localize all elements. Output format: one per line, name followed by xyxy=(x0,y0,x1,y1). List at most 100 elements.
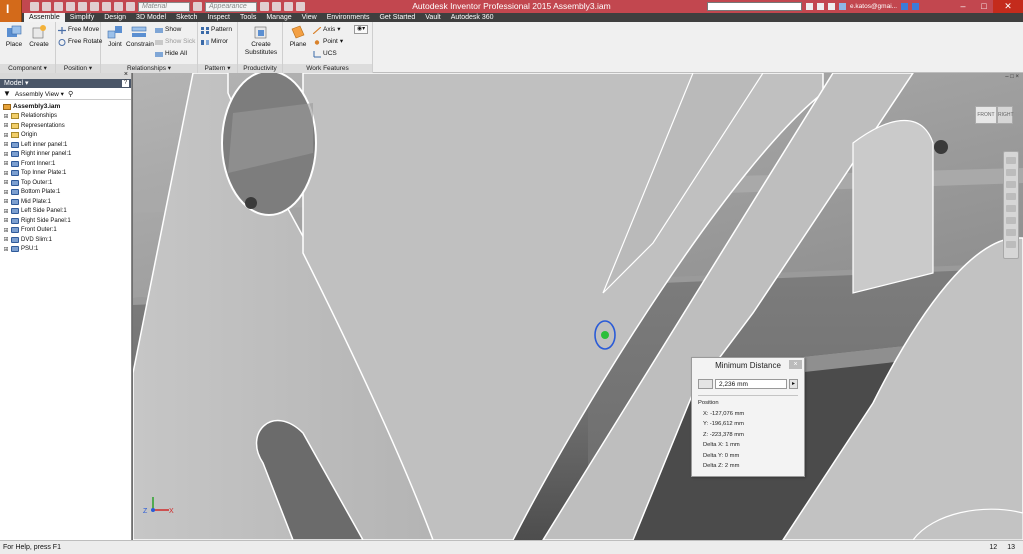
show-button[interactable]: Show xyxy=(155,25,181,35)
show-sick-button[interactable]: Show Sick xyxy=(155,37,195,47)
close-icon[interactable]: × xyxy=(789,360,802,369)
look-at-icon[interactable] xyxy=(1006,205,1016,212)
hide-all-button[interactable]: Hide All xyxy=(155,49,187,59)
expand-icon[interactable]: ⊞ xyxy=(3,160,9,167)
tree-node[interactable]: ⊞ PSU:1 xyxy=(3,245,131,255)
minimize-button[interactable]: – xyxy=(953,0,973,13)
close-button[interactable]: ✕ xyxy=(993,0,1023,13)
point-button[interactable]: Point ▾ xyxy=(313,37,343,47)
search-input[interactable] xyxy=(707,2,802,11)
tab-tools[interactable]: Tools xyxy=(235,13,261,22)
viewcube[interactable]: FRONT RIGHT xyxy=(975,101,1017,129)
view-face-icon[interactable] xyxy=(1006,229,1016,236)
panel-options-dropdown[interactable]: ◉▾ xyxy=(354,25,368,34)
pan-icon[interactable] xyxy=(1006,169,1016,176)
dialog-title[interactable]: Minimum Distance × xyxy=(692,358,804,373)
tab-design[interactable]: Design xyxy=(99,13,131,22)
tab-environments[interactable]: Environments xyxy=(322,13,375,22)
user-name[interactable]: e.katos@gmai... xyxy=(850,3,897,10)
expand-icon[interactable]: ⊞ xyxy=(3,236,9,243)
close-icon[interactable]: × xyxy=(124,71,128,78)
zoom-all-icon[interactable] xyxy=(1006,217,1016,224)
orbit-icon[interactable] xyxy=(1006,193,1016,200)
free-move-button[interactable]: Free Move xyxy=(58,25,99,35)
tab-view[interactable]: View xyxy=(297,13,322,22)
expand-icon[interactable]: ⊞ xyxy=(3,189,9,196)
expand-arrow-icon[interactable]: ▸ xyxy=(789,378,798,389)
tab-simplify[interactable]: Simplify xyxy=(65,13,100,22)
steering-wheel-icon[interactable] xyxy=(1006,157,1016,164)
component-panel-title[interactable]: Component ▾ xyxy=(0,64,55,73)
constrain-button[interactable]: Constrain xyxy=(126,25,154,48)
viewcube-right[interactable]: RIGHT xyxy=(997,106,1014,124)
tree-node[interactable]: ⊞ Right inner panel:1 xyxy=(3,150,131,160)
tree-node[interactable]: ⊞ Left Side Panel:1 xyxy=(3,207,131,217)
assembly-view-dropdown[interactable]: Assembly View ▾ xyxy=(15,90,64,98)
tree-node[interactable]: ⊞ Right Side Panel:1 xyxy=(3,216,131,226)
tree-node[interactable]: ⊞ Representations xyxy=(3,121,131,131)
subscription-icon[interactable] xyxy=(817,3,824,10)
browser-header[interactable]: Model ▾? xyxy=(0,79,131,88)
application-menu-button[interactable]: I xyxy=(0,0,22,22)
graphics-viewport[interactable]: X Z – □ × FRONT RIGHT xyxy=(133,73,1023,540)
find-icon[interactable]: ⚲ xyxy=(68,90,73,98)
pattern-button[interactable]: Pattern xyxy=(201,25,232,35)
expand-icon[interactable]: ⊞ xyxy=(3,122,9,129)
exchange-icon[interactable] xyxy=(901,3,909,10)
zoom-icon[interactable] xyxy=(1006,181,1016,188)
expand-icon[interactable]: ⊞ xyxy=(3,217,9,224)
create-button[interactable]: Create xyxy=(27,25,51,48)
tab-sketch[interactable]: Sketch xyxy=(171,13,202,22)
tree-node[interactable]: ⊞ Left inner panel:1 xyxy=(3,140,131,150)
help-icon[interactable]: ? xyxy=(122,80,129,87)
measure-type-dropdown[interactable] xyxy=(698,378,713,389)
customize-nav-icon[interactable] xyxy=(1006,241,1016,248)
expand-icon[interactable]: ⊞ xyxy=(3,170,9,177)
tree-node[interactable]: ⊞ DVD Slim:1 xyxy=(3,235,131,245)
tab-assemble[interactable]: Assemble xyxy=(24,13,65,22)
distance-value[interactable]: 2,236 mm xyxy=(715,378,787,389)
place-button[interactable]: Place xyxy=(2,25,26,48)
tab-manage[interactable]: Manage xyxy=(261,13,296,22)
tab-vault[interactable]: Vault xyxy=(420,13,445,22)
expand-icon[interactable]: ⊞ xyxy=(3,151,9,158)
tree-node[interactable]: ⊞ Front Inner:1 xyxy=(3,159,131,169)
tree-root[interactable]: Assembly3.iam xyxy=(3,102,131,112)
tree-node[interactable]: ⊞ Mid Plate:1 xyxy=(3,197,131,207)
tree-node[interactable]: ⊞ Top Outer:1 xyxy=(3,178,131,188)
tab-autodesk-360[interactable]: Autodesk 360 xyxy=(446,13,499,22)
viewcube-front[interactable]: FRONT xyxy=(975,106,997,124)
viewport-controls[interactable]: – □ × xyxy=(1005,74,1019,80)
expand-icon[interactable]: ⊞ xyxy=(3,208,9,215)
tree-node[interactable]: ⊞ Top Inner Plate:1 xyxy=(3,169,131,179)
tab-inspect[interactable]: Inspect xyxy=(202,13,235,22)
mirror-button[interactable]: Mirror xyxy=(201,37,228,47)
tree-node[interactable]: ⊞ Relationships xyxy=(3,112,131,122)
maximize-button[interactable]: □ xyxy=(974,0,994,13)
binoculars-icon[interactable] xyxy=(806,3,813,10)
tree-node[interactable]: ⊞ Origin xyxy=(3,131,131,141)
joint-button[interactable]: Joint xyxy=(103,25,127,48)
expand-icon[interactable]: ⊞ xyxy=(3,113,9,120)
relationships-panel-title[interactable]: Relationships ▾ xyxy=(101,64,197,73)
filter-icon[interactable]: ▼ xyxy=(3,89,11,98)
tab-get-started[interactable]: Get Started xyxy=(374,13,420,22)
expand-icon[interactable]: ⊞ xyxy=(3,179,9,186)
plane-button[interactable]: Plane xyxy=(286,25,310,48)
expand-icon[interactable]: ⊞ xyxy=(3,198,9,205)
create-substitutes-button[interactable]: Create Substitutes xyxy=(242,25,280,57)
expand-icon[interactable]: ⊞ xyxy=(3,227,9,234)
ucs-button[interactable]: UCS xyxy=(313,49,337,59)
pattern-panel-title[interactable]: Pattern ▾ xyxy=(198,64,237,73)
axis-button[interactable]: Axis ▾ xyxy=(312,25,341,35)
free-rotate-button[interactable]: Free Rotate xyxy=(58,37,102,47)
help-icon[interactable] xyxy=(912,3,920,10)
expand-icon[interactable]: ⊞ xyxy=(3,246,9,253)
position-panel-title[interactable]: Position ▾ xyxy=(56,64,100,73)
tree-node[interactable]: ⊞ Front Outer:1 xyxy=(3,226,131,236)
expand-icon[interactable]: ⊞ xyxy=(3,132,9,139)
expand-icon[interactable]: ⊞ xyxy=(3,141,9,148)
tree-node[interactable]: ⊞ Bottom Plate:1 xyxy=(3,188,131,198)
star-icon[interactable] xyxy=(828,3,835,10)
tab-3d-model[interactable]: 3D Model xyxy=(131,13,171,22)
